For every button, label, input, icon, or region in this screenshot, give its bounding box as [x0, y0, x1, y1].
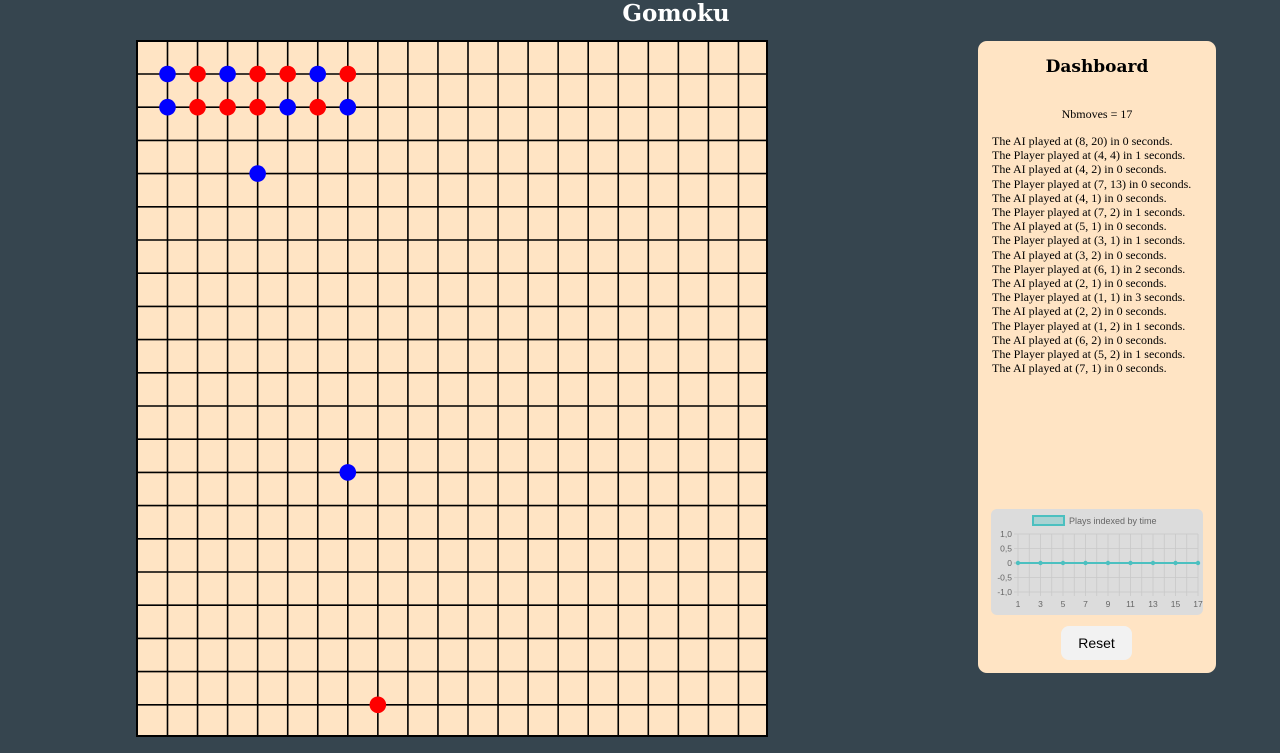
- chart-point: [1195, 560, 1201, 566]
- chart-x-tick-label: 7: [1083, 599, 1088, 609]
- chart-point: [1038, 560, 1043, 566]
- plays-chart: 1,0 0,5 0 -0,5 -1,0 1 3 5 7 9 11 13 15 17 Plays indexe…: [991, 509, 1203, 615]
- blue-stone: [249, 165, 266, 182]
- page-title: Gomoku: [622, 0, 730, 27]
- game-board[interactable]: [136, 40, 768, 737]
- chart-x-tick-label: 11: [1126, 599, 1135, 609]
- log-entry: The AI played at (4, 1) in 0 seconds.: [992, 190, 1167, 205]
- red-stone: [219, 98, 236, 116]
- red-stone: [189, 65, 206, 83]
- chart-y-tick-label: 0: [1007, 558, 1012, 568]
- log-entry: The Player played at (7, 13) in 0 second…: [992, 176, 1192, 191]
- log-entry: The AI played at (2, 1) in 0 seconds.: [992, 276, 1167, 291]
- reset-button[interactable]: Reset: [1061, 626, 1132, 660]
- red-stone: [279, 65, 296, 83]
- chart-point: [1105, 560, 1111, 566]
- red-stone: [339, 65, 357, 83]
- chart-x-tick-label: 9: [1106, 599, 1111, 609]
- log-entry: The Player played at (1, 1) in 3 seconds…: [992, 290, 1186, 305]
- chart-y-tick-label: 1,0: [1000, 529, 1012, 539]
- chart-point: [1060, 560, 1066, 566]
- log-entry: The AI played at (4, 2) in 0 seconds.: [992, 162, 1167, 177]
- blue-stone: [219, 65, 236, 83]
- log-entry: The Player played at (4, 4) in 1 seconds…: [992, 148, 1186, 163]
- log-entry: The Player played at (5, 2) in 1 seconds…: [992, 347, 1186, 362]
- red-stone: [309, 98, 327, 116]
- log-entry: The Player played at (6, 1) in 2 seconds…: [992, 261, 1186, 276]
- blue-stone: [279, 98, 296, 116]
- blue-stone: [159, 65, 176, 83]
- chart-x-tick-label: 17: [1193, 599, 1203, 609]
- blue-stone: [309, 65, 327, 83]
- dashboard-panel: Dashboard Nbmoves = 17 The AI played at …: [978, 41, 1216, 673]
- log-entry: The AI played at (2, 2) in 0 seconds.: [992, 304, 1167, 319]
- red-stone: [369, 696, 387, 714]
- chart-y-tick-label: 0,5: [1000, 544, 1012, 554]
- log-entry: The Player played at (3, 1) in 1 seconds…: [992, 233, 1186, 248]
- chart-y-tick-label: -1,0: [997, 587, 1012, 597]
- log-entry: The AI played at (8, 20) in 0 seconds.: [992, 134, 1173, 148]
- chart-legend-label: Plays indexed by time: [1069, 516, 1157, 526]
- chart-point: [1173, 560, 1178, 566]
- blue-stone: [159, 98, 176, 116]
- chart-x-tick-label: 3: [1038, 599, 1043, 609]
- red-stone: [189, 98, 206, 116]
- red-stone: [249, 98, 266, 116]
- chart-point: [1015, 560, 1021, 566]
- chart-x-tick-label: 13: [1148, 599, 1158, 609]
- log-entry: The Player played at (1, 2) in 1 seconds…: [992, 318, 1186, 333]
- chart-x-tick-label: 1: [1016, 599, 1021, 609]
- blue-stone: [339, 464, 357, 481]
- chart-point: [1150, 560, 1156, 566]
- move-counter: Nbmoves = 17: [1061, 107, 1133, 121]
- chart-x-tick-label: 15: [1171, 599, 1181, 609]
- chart-y-tick-label: -0,5: [997, 573, 1012, 583]
- dashboard-title: Dashboard: [1045, 57, 1149, 77]
- red-stone: [249, 65, 266, 83]
- chart-x-tick-label: 5: [1061, 599, 1066, 609]
- log-entry: The Player played at (7, 2) in 1 seconds…: [992, 205, 1186, 220]
- blue-stone: [339, 98, 357, 116]
- log-entry: The AI played at (5, 1) in 0 seconds.: [992, 219, 1167, 234]
- log-entry: The AI played at (3, 2) in 0 seconds.: [992, 247, 1167, 262]
- log-entry: The AI played at (6, 2) in 0 seconds.: [992, 332, 1167, 347]
- chart-point: [1128, 560, 1133, 566]
- chart-legend-swatch: [1032, 515, 1065, 526]
- move-log: The AI played at (8, 20) in 0 seconds. Th…: [992, 134, 1214, 375]
- board-grid[interactable]: [138, 42, 766, 735]
- chart-point: [1083, 560, 1088, 566]
- log-entry: The AI played at (7, 1) in 0 seconds.: [992, 361, 1167, 376]
